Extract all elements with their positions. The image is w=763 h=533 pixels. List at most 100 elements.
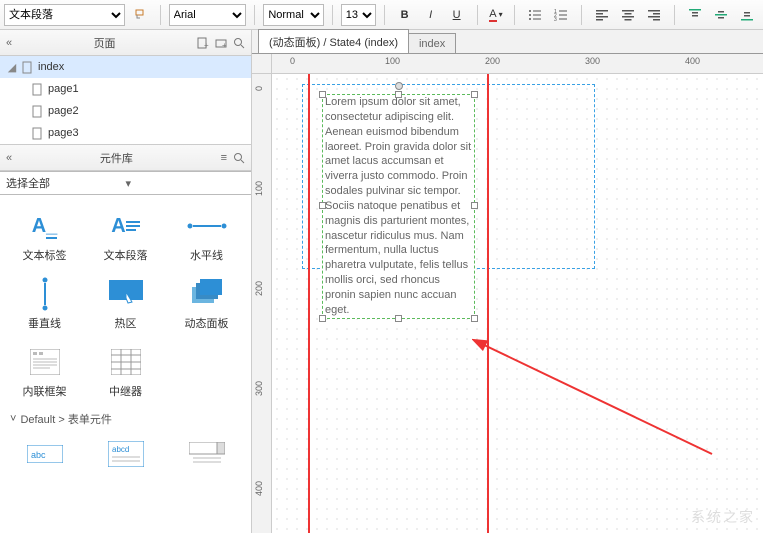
file-icon <box>22 61 34 74</box>
font-family-select[interactable]: Arial <box>169 4 247 26</box>
ruler-corner <box>252 54 272 74</box>
textarea-icon: abcd <box>108 439 144 469</box>
widget-text-paragraph[interactable]: A 文本段落 <box>85 203 166 271</box>
widget-form-2[interactable]: abcd <box>85 431 166 477</box>
page-label: page2 <box>48 105 79 117</box>
number-list-icon: 123 <box>554 8 568 22</box>
resize-handle-nw[interactable] <box>319 91 326 98</box>
textfield-icon: abc <box>27 439 63 469</box>
align-left-button[interactable] <box>590 4 614 26</box>
bold-button[interactable]: B <box>393 4 417 26</box>
underline-button[interactable]: U <box>445 4 469 26</box>
widget-form-3[interactable] <box>166 431 247 477</box>
bold-icon: B <box>401 9 409 21</box>
svg-text:+: + <box>222 41 227 49</box>
text-content: Lorem ipsum dolor sit amet, consectetur … <box>325 95 472 318</box>
dynamic-panel-icon <box>192 279 222 309</box>
page-row-page2[interactable]: page2 <box>0 100 251 122</box>
text-label-icon: A_ <box>32 211 58 241</box>
svg-text:abcd: abcd <box>112 445 129 454</box>
file-icon <box>32 83 44 96</box>
text-paragraph-widget[interactable]: Lorem ipsum dolor sit amet, consectetur … <box>322 94 475 319</box>
resize-handle-n[interactable] <box>395 91 402 98</box>
valign-top-button[interactable] <box>683 4 707 26</box>
ruler-horizontal[interactable]: 0 100 200 300 400 <box>272 54 763 74</box>
collapse-icon[interactable]: « <box>6 37 12 49</box>
widget-empty <box>166 339 247 407</box>
resize-handle-w[interactable] <box>319 202 326 209</box>
widget-library-select[interactable]: 选择全部 ▾ <box>0 171 251 195</box>
add-folder-icon[interactable]: + <box>215 37 227 49</box>
paint-format-icon <box>134 8 148 22</box>
pages-tree: ◢ index page1 page2 page3 <box>0 56 251 145</box>
valign-top-icon <box>688 8 702 22</box>
font-size-select[interactable]: 13 <box>341 4 376 26</box>
bullet-list-button[interactable] <box>523 4 547 26</box>
widget-inline-frame[interactable]: 内联框架 <box>4 339 85 407</box>
toolbar: 文本段落 Arial Normal 13 B I U A▾ 123 <box>0 0 763 30</box>
bullet-list-icon <box>528 8 542 22</box>
rotate-handle[interactable] <box>395 82 403 90</box>
watermark: 系统之家 <box>691 507 755 527</box>
collapse-icon[interactable]: « <box>6 152 12 164</box>
resize-handle-s[interactable] <box>395 315 402 322</box>
page-row-page1[interactable]: page1 <box>0 78 251 100</box>
underline-icon: U <box>453 9 461 21</box>
page-label: page3 <box>48 127 79 139</box>
font-color-icon: A <box>489 8 496 22</box>
number-list-button[interactable]: 123 <box>549 4 573 26</box>
align-center-icon <box>621 8 635 22</box>
widget-hotspot[interactable]: 热区 <box>85 271 166 339</box>
widget-horizontal-line[interactable]: 水平线 <box>166 203 247 271</box>
resize-handle-se[interactable] <box>471 315 478 322</box>
svg-text:3: 3 <box>554 17 557 22</box>
svg-text:abc: abc <box>31 450 46 460</box>
repeater-icon <box>111 347 141 377</box>
tab-index[interactable]: index <box>408 33 456 53</box>
italic-icon: I <box>429 9 432 21</box>
widget-form-1[interactable]: abc <box>4 431 85 477</box>
horizontal-line-icon <box>187 211 227 241</box>
widgets-panel-header: « 元件库 ≡ <box>0 145 251 171</box>
italic-button[interactable]: I <box>419 4 443 26</box>
canvas-area: (动态面板) / State4 (index) index 0 100 200 … <box>252 30 763 533</box>
page-label: page1 <box>48 83 79 95</box>
section-label: Default > 表单元件 <box>20 411 111 427</box>
tab-state4[interactable]: (动态面板) / State4 (index) <box>258 29 409 53</box>
library-menu-icon[interactable]: ≡ <box>221 152 227 164</box>
vertical-line-icon <box>40 279 50 309</box>
resize-handle-sw[interactable] <box>319 315 326 322</box>
widget-style-select[interactable]: 文本段落 <box>4 4 125 26</box>
font-color-button[interactable]: A▾ <box>485 4 506 26</box>
ruler-vertical[interactable]: 0 100 200 300 400 <box>252 74 272 533</box>
droplist-icon <box>189 439 225 469</box>
align-left-icon <box>595 8 609 22</box>
search-widgets-icon[interactable] <box>233 152 245 164</box>
widget-vertical-line[interactable]: 垂直线 <box>4 271 85 339</box>
add-page-icon[interactable]: + <box>197 37 209 49</box>
align-right-icon <box>647 8 661 22</box>
canvas[interactable]: Lorem ipsum dolor sit amet, consectetur … <box>272 74 763 533</box>
tree-toggle-icon[interactable]: ◢ <box>6 61 18 74</box>
valign-middle-button[interactable] <box>709 4 733 26</box>
page-row-index[interactable]: ◢ index <box>0 56 251 78</box>
paint-format-button[interactable] <box>131 4 152 26</box>
svg-text:+: + <box>204 41 209 49</box>
valign-bottom-button[interactable] <box>735 4 759 26</box>
font-weight-select[interactable]: Normal <box>263 4 324 26</box>
pages-panel-header: « 页面 + + <box>0 30 251 56</box>
resize-handle-e[interactable] <box>471 202 478 209</box>
file-icon <box>32 127 44 140</box>
widget-dynamic-panel[interactable]: 动态面板 <box>166 271 247 339</box>
page-row-page3[interactable]: page3 <box>0 122 251 144</box>
align-right-button[interactable] <box>642 4 666 26</box>
widget-section-forms[interactable]: ˅ Default > 表单元件 <box>4 407 247 431</box>
file-icon <box>32 105 44 118</box>
widget-text-label[interactable]: A_ 文本标签 <box>4 203 85 271</box>
align-center-button[interactable] <box>616 4 640 26</box>
left-sidebar: « 页面 + + ◢ index page1 page2 page3 <box>0 30 252 533</box>
widget-repeater[interactable]: 中继器 <box>85 339 166 407</box>
search-pages-icon[interactable] <box>233 37 245 49</box>
resize-handle-ne[interactable] <box>471 91 478 98</box>
chevron-down-icon: ˅ <box>10 413 16 425</box>
